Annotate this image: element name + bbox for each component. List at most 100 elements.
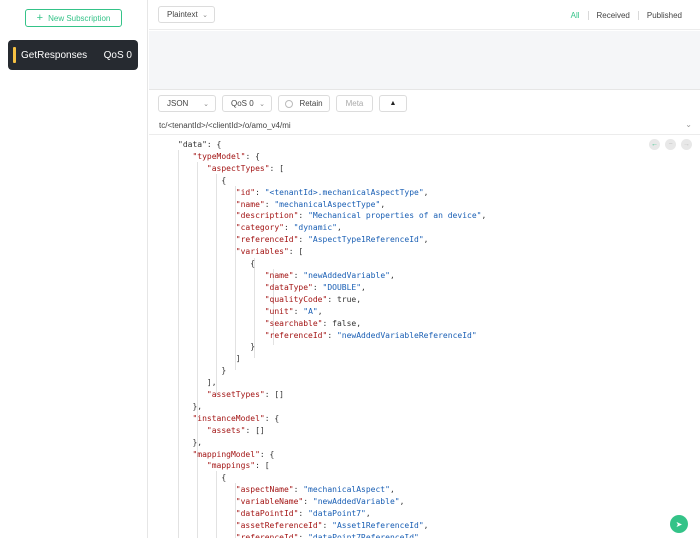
json-key: "referenceId" bbox=[235, 532, 299, 538]
filter-tab-all[interactable]: All bbox=[563, 11, 588, 20]
code-line: "qualityCode": true, bbox=[178, 294, 486, 306]
json-punct: } bbox=[221, 366, 227, 376]
code-line: "variableName": "newAddedVariable", bbox=[178, 496, 486, 508]
publish-toolbar: JSON ⌄ QoS 0 ⌄ Retain Meta ▲ tc/<tenantI… bbox=[149, 89, 700, 135]
publish-topic-input[interactable]: tc/<tenantId>/<clientId>/o/amo_v4/mi bbox=[159, 121, 291, 130]
json-punct: : bbox=[264, 199, 275, 209]
json-punct: { bbox=[221, 175, 227, 185]
json-key: "referenceId" bbox=[264, 330, 328, 340]
json-punct: : bbox=[293, 270, 304, 280]
json-punct: : [] bbox=[264, 390, 284, 400]
new-subscription-button[interactable]: + New Subscription bbox=[25, 9, 122, 27]
json-punct: ], bbox=[206, 378, 217, 388]
send-message-button[interactable]: ➤ bbox=[670, 515, 688, 533]
code-line: "referenceId": "dataPoint7ReferenceId" bbox=[178, 532, 486, 538]
publish-qos-value: QoS 0 bbox=[231, 99, 254, 108]
code-line: "name": "newAddedVariable", bbox=[178, 270, 486, 282]
json-punct: , bbox=[423, 521, 429, 530]
json-payload-code: "data": { "typeModel": { "aspectTypes" : … bbox=[178, 139, 486, 538]
code-line: "dataPointId": "dataPoint7", bbox=[178, 508, 486, 520]
json-punct: : bbox=[322, 521, 333, 530]
message-filter-tabs: All Received Published bbox=[563, 11, 690, 20]
code-line: "assetTypes": [] bbox=[178, 389, 486, 401]
code-line: "name": "mechanicalAspectType", bbox=[178, 199, 486, 211]
code-line: }, bbox=[178, 401, 486, 413]
retain-toggle[interactable]: Retain bbox=[278, 95, 330, 112]
arrow-right-icon[interactable]: → bbox=[681, 139, 692, 150]
json-punct: , bbox=[365, 509, 371, 519]
json-punct: , bbox=[423, 235, 429, 245]
json-punct: , bbox=[317, 306, 323, 316]
json-punct: : bbox=[312, 282, 323, 292]
json-punct: , bbox=[399, 497, 405, 507]
publish-qos-select[interactable]: QoS 0 ⌄ bbox=[222, 95, 272, 112]
json-key: "assetReferenceId" bbox=[235, 521, 323, 530]
json-punct: : bbox=[327, 330, 337, 340]
json-key: "category" bbox=[235, 223, 284, 233]
json-string: "newAddedVariable" bbox=[312, 497, 400, 507]
retain-label: Retain bbox=[299, 99, 323, 108]
code-line: "data": { bbox=[178, 139, 486, 151]
publish-format-value: JSON bbox=[167, 99, 189, 108]
code-line: "variables": [ bbox=[178, 246, 486, 258]
filter-tab-published[interactable]: Published bbox=[637, 11, 690, 20]
json-string: "Mechanical properties of an device" bbox=[308, 211, 482, 221]
code-line: } bbox=[178, 365, 486, 377]
new-subscription-label: New Subscription bbox=[48, 13, 111, 23]
json-key: "typeModel" bbox=[192, 151, 246, 161]
minus-icon[interactable]: − bbox=[665, 139, 676, 150]
json-key: "assets" bbox=[206, 425, 246, 435]
json-key: "aspectTypes" bbox=[206, 163, 270, 173]
json-punct: , bbox=[336, 223, 342, 233]
code-line: } bbox=[178, 341, 486, 353]
json-string: "<tenantId>.mechanicalAspectType" bbox=[264, 187, 424, 197]
code-line: "instanceModel": { bbox=[178, 413, 486, 425]
code-line: "aspectName": "mechanicalAspect", bbox=[178, 484, 486, 496]
arrow-left-icon[interactable]: ← bbox=[649, 139, 660, 150]
json-key: "name" bbox=[235, 199, 265, 209]
json-punct: , bbox=[389, 270, 395, 280]
subscription-item-getresponses[interactable]: GetResponses QoS 0 bbox=[8, 40, 138, 70]
chevron-down-icon: ⌄ bbox=[203, 101, 209, 108]
json-string: "newAddedVariable" bbox=[303, 270, 390, 280]
code-line: { bbox=[178, 175, 486, 187]
payload-format-select[interactable]: Plaintext ⌄ bbox=[158, 6, 215, 23]
meta-button[interactable]: Meta bbox=[336, 95, 373, 112]
json-punct: : [ bbox=[255, 461, 270, 471]
json-string: "A" bbox=[303, 306, 318, 316]
json-string: "dataPoint7" bbox=[308, 509, 366, 519]
json-key: "assetTypes" bbox=[206, 390, 265, 400]
json-key: "mappingModel" bbox=[192, 449, 260, 459]
json-punct: }, bbox=[192, 437, 203, 447]
json-punct: { bbox=[221, 473, 227, 483]
chevron-down-icon[interactable]: ⌄ bbox=[685, 120, 692, 129]
json-punct: { bbox=[250, 259, 256, 269]
payload-editor[interactable]: "data": { "typeModel": { "aspectTypes" : … bbox=[149, 136, 700, 538]
caret-up-icon: ▲ bbox=[389, 100, 397, 107]
collapse-editor-button[interactable]: ▲ bbox=[379, 95, 407, 112]
code-line: { bbox=[178, 258, 486, 270]
json-key: "mappings" bbox=[206, 461, 256, 471]
publish-format-select[interactable]: JSON ⌄ bbox=[158, 95, 216, 112]
json-punct: : { bbox=[245, 151, 260, 161]
filter-tab-received[interactable]: Received bbox=[587, 11, 638, 20]
code-line: { bbox=[178, 472, 486, 484]
code-line: "assets": [] bbox=[178, 425, 486, 437]
json-punct: , bbox=[380, 199, 386, 209]
